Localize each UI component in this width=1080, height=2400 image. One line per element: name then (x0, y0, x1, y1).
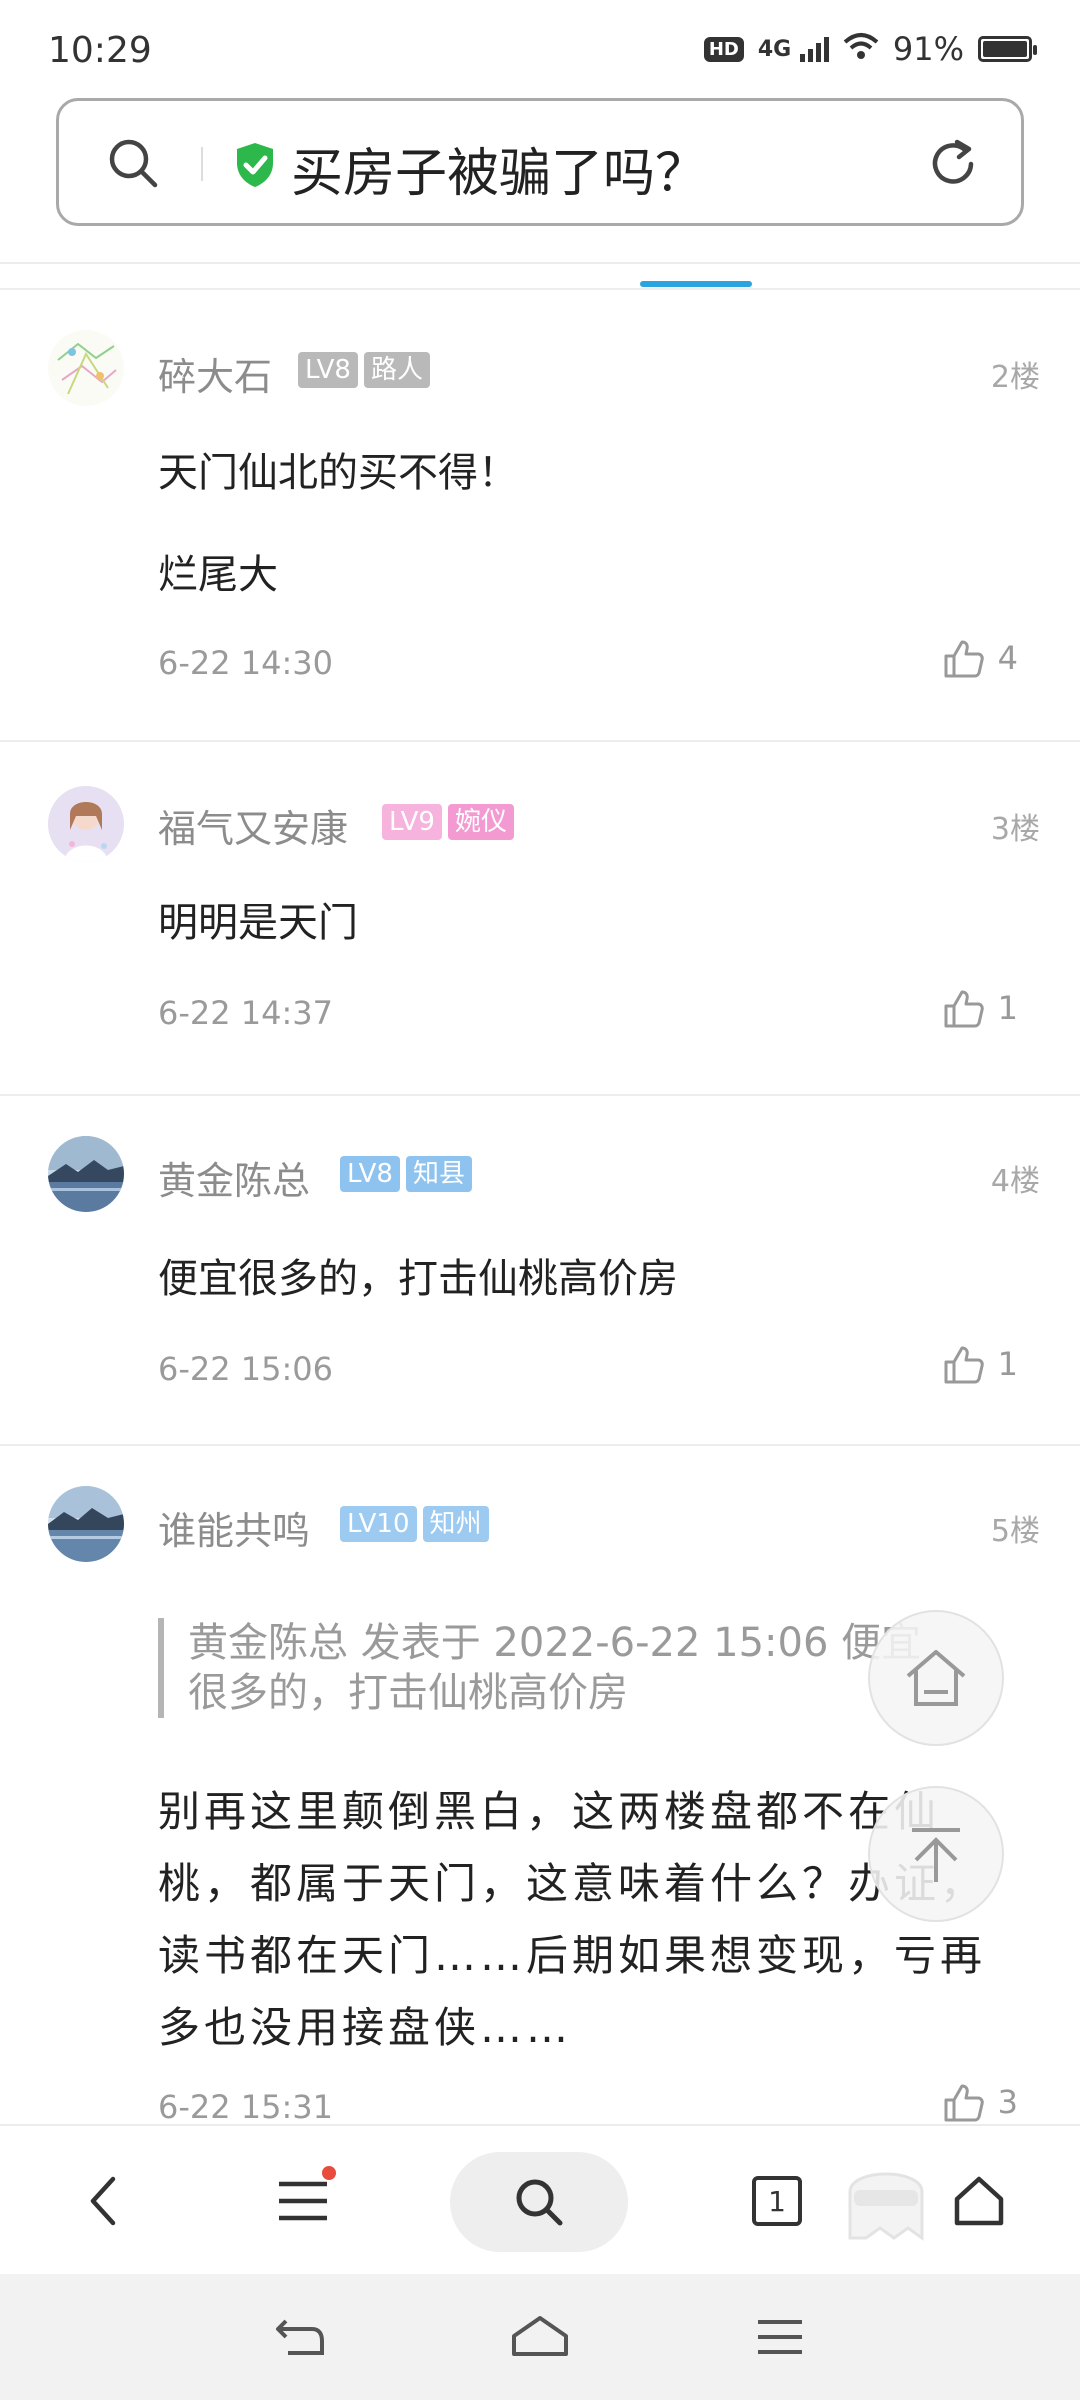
like-button[interactable]: 1 (942, 986, 1018, 1030)
post-floor-2: 碎大石 LV8 路人 2楼 天门仙北的买不得！ 烂尾大 6-22 14:30 4 (0, 290, 1080, 740)
thumbs-up-icon (944, 2084, 984, 2122)
arrow-up-icon (912, 1828, 960, 1882)
back-button[interactable] (68, 2166, 138, 2236)
tab-separator (0, 262, 1080, 264)
user-badges: LV9 婉仪 (382, 804, 514, 840)
like-count: 1 (997, 989, 1018, 1027)
home-icon (512, 2316, 568, 2356)
username[interactable]: 福气又安康 (158, 798, 348, 853)
floor-number: 2楼 (990, 360, 1040, 395)
username[interactable]: 黄金陈总 (158, 1150, 310, 1205)
avatar[interactable] (48, 1136, 124, 1212)
post-content-line: 烂尾大 (158, 552, 278, 598)
like-count: 1 (997, 1345, 1018, 1383)
post-time: 6-22 15:31 (158, 2088, 334, 2126)
return-icon (276, 2319, 324, 2355)
avatar[interactable] (48, 1486, 124, 1562)
chevron-left-icon (90, 2176, 116, 2226)
system-back-button[interactable] (270, 2312, 330, 2362)
tabs-icon: 1 (752, 2176, 802, 2226)
float-home-button[interactable] (868, 1610, 1004, 1746)
post-content-line: 便宜很多的，打击仙桃高价房 (158, 1256, 678, 1302)
floor-number: 5楼 (990, 1514, 1040, 1549)
search-icon (516, 2179, 563, 2226)
level-badge: LV8 (340, 1156, 400, 1192)
battery-percent: 91% (892, 30, 964, 68)
system-recents-button[interactable] (750, 2312, 810, 2362)
hd-icon: HD (703, 36, 744, 62)
user-badges: LV8 路人 (298, 352, 430, 388)
title-badge: 知县 (405, 1156, 472, 1192)
status-bar: 10:29 HD 4G 91% (0, 0, 1080, 90)
address-search-bar[interactable]: 买房子被骗了吗？ (56, 98, 1024, 226)
avatar[interactable] (48, 786, 124, 862)
home-button[interactable] (944, 2166, 1014, 2236)
post-time: 6-22 14:37 (158, 994, 334, 1032)
floor-number: 3楼 (990, 812, 1040, 847)
username[interactable]: 谁能共鸣 (158, 1500, 310, 1555)
network-type: 4G (757, 37, 792, 62)
avatar[interactable] (48, 330, 124, 406)
home-icon (954, 2176, 1004, 2226)
post-time: 6-22 14:30 (158, 644, 334, 682)
incognito-button[interactable] (836, 2148, 936, 2248)
like-count: 4 (997, 639, 1018, 677)
menu-icon (279, 2181, 327, 2221)
system-home-button[interactable] (510, 2312, 570, 2362)
user-badges: LV8 知县 (340, 1156, 472, 1192)
notification-dot (322, 2166, 336, 2180)
level-badge: LV10 (340, 1506, 417, 1542)
like-button[interactable]: 4 (942, 636, 1018, 680)
post-floor-4: 黄金陈总 LV8 知县 4楼 便宜很多的，打击仙桃高价房 6-22 15:06 … (0, 1096, 1080, 1444)
system-navigation (0, 2274, 1080, 2400)
thumbs-up-icon (944, 990, 984, 1028)
tabs-button[interactable]: 1 (742, 2166, 812, 2236)
shield-check-icon (233, 141, 277, 189)
status-icons: HD 4G 91% (703, 30, 1037, 68)
title-badge: 知州 (422, 1506, 489, 1542)
menu-icon (758, 2320, 802, 2354)
post-content-line: 明明是天门 (158, 900, 358, 946)
floor-number: 4楼 (990, 1164, 1040, 1199)
post-floor-5: 谁能共鸣 LV10 知州 5楼 黄金陈总 发表于 2022-6-22 15:06… (0, 1446, 1080, 2126)
thumbs-up-icon (944, 1346, 984, 1384)
post-content-line: 天门仙北的买不得！ (158, 450, 518, 496)
home-icon (906, 1650, 966, 1706)
user-badges: LV10 知州 (340, 1506, 489, 1542)
post-floor-3: 福气又安康 LV9 婉仪 3楼 明明是天门 6-22 14:37 1 (0, 742, 1080, 1092)
title-badge: 路人 (363, 352, 430, 388)
search-divider (201, 147, 203, 181)
level-badge: LV8 (298, 352, 358, 388)
ghost-mask-icon (848, 2172, 924, 2241)
like-count: 3 (997, 2083, 1018, 2121)
battery-icon (978, 36, 1037, 62)
signal-icon: 4G (758, 36, 829, 62)
active-tab-indicator (640, 281, 752, 287)
like-button[interactable]: 3 (942, 2080, 1018, 2124)
search-icon[interactable] (105, 135, 161, 191)
search-query-text[interactable]: 买房子被骗了吗？ (291, 131, 707, 206)
battery-level-fill (983, 41, 1027, 57)
wifi-icon (843, 30, 879, 68)
nav-search-button[interactable] (450, 2152, 628, 2252)
back-to-top-button[interactable] (868, 1786, 1004, 1922)
title-badge: 婉仪 (447, 804, 514, 840)
status-time: 10:29 (48, 30, 152, 71)
thumbs-up-icon (944, 640, 984, 678)
username[interactable]: 碎大石 (158, 346, 272, 401)
like-button[interactable]: 1 (942, 1342, 1018, 1386)
refresh-icon[interactable] (927, 137, 981, 191)
menu-button[interactable] (268, 2166, 338, 2236)
level-badge: LV9 (382, 804, 442, 840)
post-time: 6-22 15:06 (158, 1350, 334, 1388)
bottom-navigation: 1 (0, 2124, 1080, 2274)
